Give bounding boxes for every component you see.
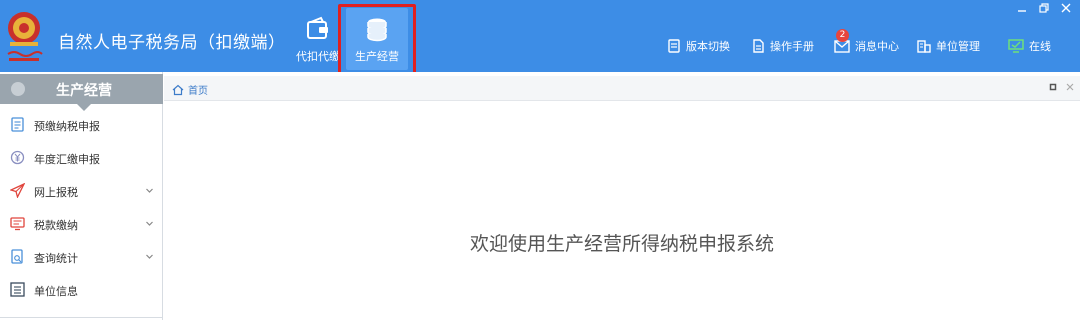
app-window: 自然人电子税务局（扣缴端） 代扣代缴 生产经营 版本切换 操作手册 消息中心 2… xyxy=(0,0,1080,320)
chevron-down-icon xyxy=(146,221,153,226)
sidebar-item-label: 单位信息 xyxy=(34,285,78,298)
minimize-icon xyxy=(1018,10,1026,12)
version-switch-label: 版本切换 xyxy=(686,40,730,53)
minimize-button[interactable] xyxy=(1016,2,1028,14)
sidebar-item-label: 查询统计 xyxy=(34,252,78,265)
sidebar-item-query-statistics[interactable]: 查询统计 xyxy=(0,240,163,273)
tab-home-label: 首页 xyxy=(188,86,208,97)
version-switch-button[interactable]: 版本切换 xyxy=(667,37,730,55)
page-tab-bar: 首页 xyxy=(164,76,1080,101)
tab-controls xyxy=(1049,83,1074,91)
search-doc-icon xyxy=(11,249,23,264)
sidebar-item-prepayment-declaration[interactable]: 预缴纳税申报 xyxy=(0,108,163,141)
building-icon xyxy=(917,40,931,53)
list-icon xyxy=(10,282,25,297)
sidebar-item-unit-info[interactable]: 单位信息 xyxy=(0,273,163,306)
window-controls xyxy=(1016,2,1072,14)
welcome-message: 欢迎使用生产经营所得纳税申报系统 xyxy=(469,233,774,255)
sidebar-item-label: 网上报税 xyxy=(34,186,78,199)
sidebar-item-label: 年度汇缴申报 xyxy=(34,153,100,166)
online-status[interactable]: 在线 xyxy=(1008,37,1051,55)
chevron-down-icon xyxy=(146,188,153,193)
close-button[interactable] xyxy=(1060,2,1072,14)
header-bar: 自然人电子税务局（扣缴端） 代扣代缴 生产经营 版本切换 操作手册 消息中心 2… xyxy=(0,0,1080,81)
close-tab-icon[interactable] xyxy=(1066,83,1074,91)
tax-emblem-logo xyxy=(7,12,43,61)
sidebar-header: 生产经营 xyxy=(0,74,163,111)
coin-icon xyxy=(11,82,25,96)
sidebar-item-tax-payment[interactable]: 税款缴纳 xyxy=(0,207,163,240)
main-content: 首页 欢迎使用生产经营所得纳税申报系统 xyxy=(164,72,1080,320)
message-count-badge: 2 xyxy=(836,29,849,42)
manual-label: 操作手册 xyxy=(770,40,814,53)
sidebar-item-label: 预缴纳税申报 xyxy=(34,120,100,133)
manual-button[interactable]: 操作手册 xyxy=(751,37,814,55)
yuan-icon xyxy=(10,150,25,165)
home-icon xyxy=(172,84,184,95)
highlight-annotation-box xyxy=(338,4,416,81)
message-center-label: 消息中心 xyxy=(855,40,899,53)
payment-monitor-icon xyxy=(10,217,25,231)
chevron-down-icon xyxy=(146,254,153,259)
maximize-tab-icon[interactable] xyxy=(1049,83,1057,91)
send-icon xyxy=(10,183,25,198)
close-icon xyxy=(1061,3,1071,13)
sidebar: 生产经营 预缴纳税申报 年度汇缴申报 网上报税 税款缴纳 查询统计 单位信息 xyxy=(0,72,163,320)
wallet-icon xyxy=(307,16,328,39)
sidebar-item-annual-settlement[interactable]: 年度汇缴申报 xyxy=(0,141,163,174)
app-title: 自然人电子税务局（扣缴端） xyxy=(58,33,286,53)
tab-home[interactable]: 首页 xyxy=(172,82,208,97)
restore-button[interactable] xyxy=(1038,2,1050,14)
monitor-icon xyxy=(1008,39,1024,53)
form-icon xyxy=(11,117,24,132)
tab-withholding-label: 代扣代缴 xyxy=(296,50,340,63)
manual-icon xyxy=(753,39,764,53)
unit-management-button[interactable]: 单位管理 xyxy=(917,37,980,55)
version-switch-icon xyxy=(668,39,680,53)
unit-management-label: 单位管理 xyxy=(936,40,980,53)
sidebar-item-online-filing[interactable]: 网上报税 xyxy=(0,174,163,207)
sidebar-item-label: 税款缴纳 xyxy=(34,219,78,232)
online-label: 在线 xyxy=(1029,40,1051,53)
restore-icon xyxy=(1039,3,1049,13)
sidebar-title: 生产经营 xyxy=(56,83,112,99)
